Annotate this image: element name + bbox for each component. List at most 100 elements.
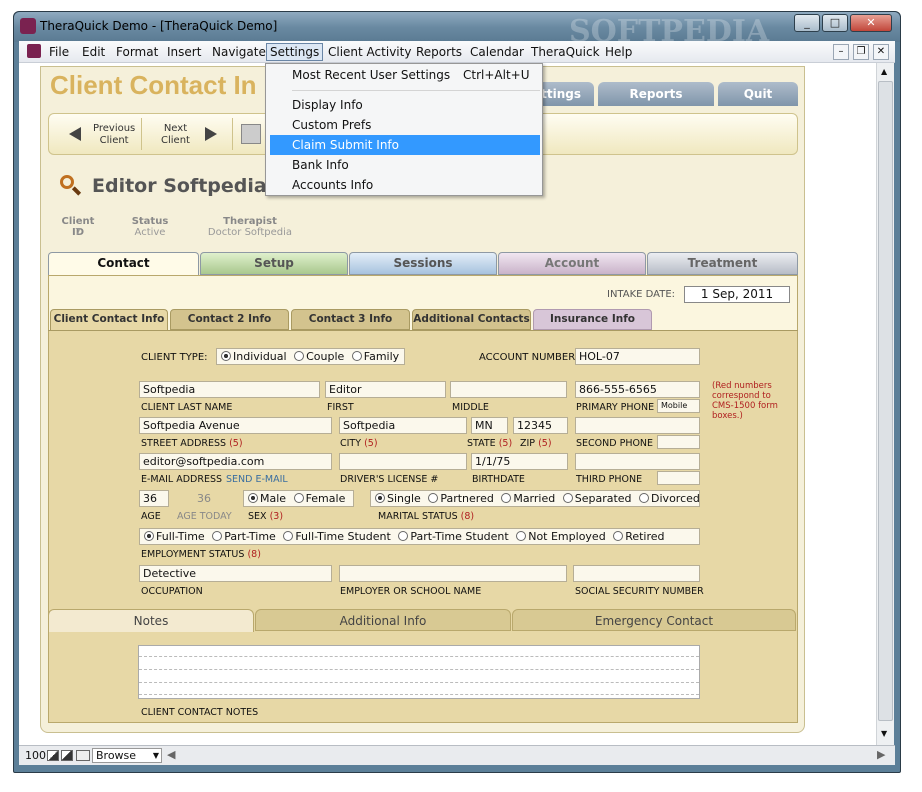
- scroll-thumb[interactable]: [878, 81, 893, 721]
- tab-notes[interactable]: Notes: [48, 609, 254, 632]
- subtab-client-contact-info[interactable]: Client Contact Info: [50, 309, 168, 331]
- mode-select[interactable]: Browse ▼: [92, 748, 162, 763]
- radio-part-time[interactable]: [212, 531, 223, 541]
- occupation-field[interactable]: Detective: [139, 565, 332, 582]
- contacts-icon[interactable]: [241, 124, 261, 144]
- subtab-contact-2-info[interactable]: Contact 2 Info: [170, 309, 289, 330]
- radio-part-time-label: Part-Time: [224, 530, 276, 543]
- radio-individual[interactable]: [221, 351, 231, 361]
- radio-partnered[interactable]: [428, 493, 439, 503]
- city-field[interactable]: Softpedia: [339, 417, 467, 434]
- radio-full-time[interactable]: [144, 531, 154, 541]
- zip-field[interactable]: 12345: [513, 417, 568, 434]
- first-name-label: FIRST: [327, 402, 354, 413]
- search-icon[interactable]: [60, 175, 74, 189]
- next-client-button[interactable]: Next Client: [143, 114, 231, 154]
- mdi-minimize-icon[interactable]: –: [833, 44, 849, 60]
- radio-family[interactable]: [351, 351, 362, 361]
- first-name-field[interactable]: Editor: [325, 381, 446, 398]
- last-name-field[interactable]: Softpedia: [139, 381, 320, 398]
- street-address-field[interactable]: Softpedia Avenue: [139, 417, 332, 434]
- birthdate-field[interactable]: 1/1/75: [471, 453, 568, 470]
- mdi-restore-icon[interactable]: ❐: [853, 44, 869, 60]
- menu-item-most-recent-user-settings[interactable]: Most Recent User Settings Ctrl+Alt+U: [266, 65, 542, 85]
- subtab-contact-3-info[interactable]: Contact 3 Info: [291, 309, 410, 330]
- employer-label: EMPLOYER OR SCHOOL NAME: [340, 586, 482, 597]
- tab-emergency-contact[interactable]: Emergency Contact: [512, 609, 796, 631]
- menu-help[interactable]: Help: [605, 45, 632, 59]
- zoom-in-icon[interactable]: [61, 750, 73, 761]
- radio-married[interactable]: [501, 493, 512, 503]
- menu-format[interactable]: Format: [116, 45, 158, 59]
- age-field[interactable]: 36: [139, 490, 169, 507]
- menu-navigate[interactable]: Navigate: [212, 45, 266, 59]
- minimize-button[interactable]: _: [794, 14, 820, 32]
- status-toggle-icon[interactable]: [76, 750, 90, 761]
- radio-not-employed[interactable]: [516, 531, 527, 541]
- close-button[interactable]: ✕: [850, 14, 892, 32]
- menu-file[interactable]: File: [49, 45, 69, 59]
- state-field[interactable]: MN: [471, 417, 508, 434]
- employer-field[interactable]: [339, 565, 567, 582]
- second-phone-field[interactable]: [575, 417, 700, 434]
- scroll-up-icon[interactable]: ▲: [881, 67, 887, 76]
- radio-single[interactable]: [375, 493, 385, 503]
- scroll-down-icon[interactable]: ▼: [881, 729, 887, 738]
- primary-phone-type[interactable]: Mobile: [657, 399, 700, 413]
- intake-date-field[interactable]: 1 Sep, 2011: [684, 286, 790, 303]
- title-bar[interactable]: SOFTPEDIA TheraQuick Demo - [TheraQuick …: [14, 12, 900, 49]
- menu-item-custom-prefs[interactable]: Custom Prefs: [266, 115, 542, 135]
- tab-quit[interactable]: Quit: [718, 82, 798, 106]
- previous-client-button[interactable]: Previous Client: [53, 114, 141, 154]
- radio-full-time-student[interactable]: [283, 531, 294, 541]
- tab-sessions[interactable]: Sessions: [349, 252, 497, 275]
- menu-settings[interactable]: Settings: [266, 43, 324, 61]
- menu-item-bank-info[interactable]: Bank Info: [266, 155, 542, 175]
- menu-edit[interactable]: Edit: [82, 45, 105, 59]
- radio-part-time-student[interactable]: [398, 531, 409, 541]
- tab-reports[interactable]: Reports: [598, 82, 714, 106]
- radio-female[interactable]: [293, 493, 304, 503]
- tab-contact[interactable]: Contact: [48, 252, 199, 277]
- tab-account[interactable]: Account: [498, 252, 646, 275]
- zoom-level[interactable]: 100: [25, 749, 46, 762]
- third-phone-type[interactable]: [657, 471, 700, 485]
- menu-item-claim-submit-info[interactable]: Claim Submit Info: [270, 135, 540, 155]
- menu-insert[interactable]: Insert: [167, 45, 201, 59]
- notes-textarea[interactable]: [138, 645, 700, 699]
- radio-male[interactable]: [248, 493, 258, 503]
- tab-setup[interactable]: Setup: [200, 252, 348, 275]
- radio-divorced[interactable]: [639, 493, 650, 503]
- second-phone-type[interactable]: [657, 435, 700, 449]
- primary-phone-field[interactable]: 866-555-6565: [575, 381, 700, 398]
- third-phone-field[interactable]: [575, 453, 700, 470]
- middle-name-field[interactable]: [450, 381, 567, 398]
- tab-additional-info[interactable]: Additional Info: [255, 609, 511, 631]
- right-arrow-icon: [205, 127, 217, 141]
- menu-item-display-info[interactable]: Display Info: [266, 95, 542, 115]
- scroll-left-icon[interactable]: ◀: [167, 748, 175, 761]
- menu-theraquick[interactable]: TheraQuick: [531, 45, 600, 59]
- document-icon[interactable]: [27, 44, 41, 58]
- ssn-field[interactable]: [573, 565, 700, 582]
- menu-item-accounts-info[interactable]: Accounts Info: [266, 175, 542, 195]
- account-number-field[interactable]: HOL-07: [575, 348, 700, 365]
- scroll-right-icon[interactable]: ▶: [877, 748, 885, 761]
- radio-single-label: Single: [387, 492, 421, 505]
- subtab-insurance-info[interactable]: Insurance Info: [533, 309, 652, 330]
- menu-calendar[interactable]: Calendar: [470, 45, 524, 59]
- tab-treatment[interactable]: Treatment: [647, 252, 798, 275]
- mdi-close-icon[interactable]: ✕: [873, 44, 889, 60]
- menu-reports[interactable]: Reports: [416, 45, 462, 59]
- menu-client-activity[interactable]: Client Activity: [328, 45, 411, 59]
- email-field[interactable]: editor@softpedia.com: [139, 453, 332, 470]
- radio-couple[interactable]: [294, 351, 305, 361]
- send-email-link[interactable]: SEND E-MAIL: [226, 474, 288, 485]
- radio-separated[interactable]: [562, 493, 573, 503]
- zoom-out-icon[interactable]: [47, 750, 59, 761]
- radio-retired[interactable]: [613, 531, 624, 541]
- subtab-additional-contacts[interactable]: Additional Contacts: [412, 309, 531, 330]
- maximize-button[interactable]: □: [822, 14, 848, 32]
- vertical-scrollbar[interactable]: ▲ ▼: [876, 63, 894, 745]
- drivers-license-field[interactable]: [339, 453, 467, 470]
